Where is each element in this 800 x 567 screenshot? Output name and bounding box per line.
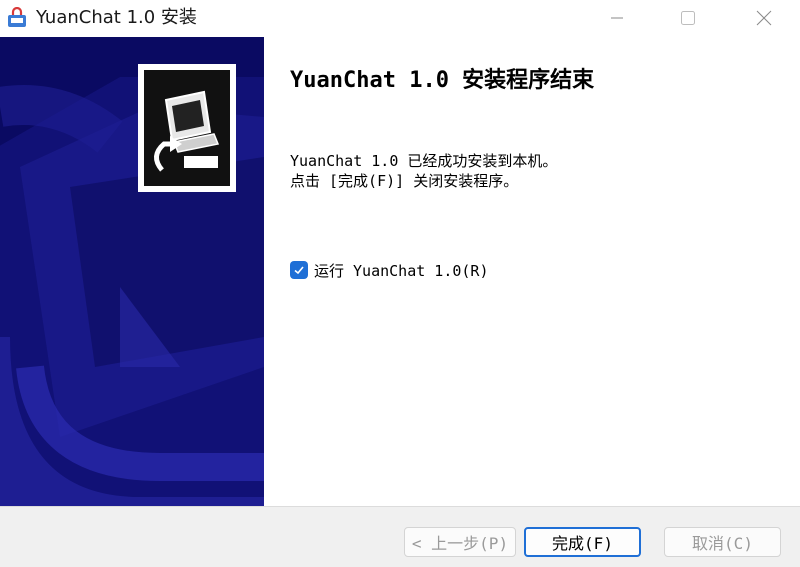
close-instruction: 点击 [完成(F)] 关闭安装程序。 (290, 172, 519, 190)
page-title: YuanChat 1.0 安装程序结束 (290, 68, 595, 93)
installer-package-icon (8, 7, 26, 27)
minimize-button[interactable] (594, 0, 640, 36)
close-icon (756, 10, 772, 26)
title-bar: YuanChat 1.0 安装 (0, 0, 800, 36)
run-app-label[interactable]: 运行 YuanChat 1.0(R) (314, 260, 489, 281)
close-button[interactable] (741, 0, 787, 36)
button-bar: < 上一步(P) 完成(F) 取消(C) (0, 506, 800, 567)
checkmark-icon (294, 266, 304, 275)
run-app-option[interactable]: 运行 YuanChat 1.0(R) (290, 259, 489, 281)
maximize-icon (681, 11, 695, 25)
installer-logo-frame (138, 64, 236, 192)
finish-button[interactable]: 完成(F) (524, 527, 641, 557)
cancel-button[interactable]: 取消(C) (664, 527, 781, 557)
minimize-icon (611, 17, 623, 19)
window-title: YuanChat 1.0 安装 (36, 7, 197, 28)
run-app-checkbox[interactable] (290, 261, 308, 279)
completion-message: YuanChat 1.0 已经成功安装到本机。 (290, 152, 558, 170)
wizard-banner (0, 37, 264, 506)
computer-install-icon (144, 70, 230, 186)
back-button[interactable]: < 上一步(P) (404, 527, 516, 557)
maximize-button[interactable] (665, 0, 711, 36)
